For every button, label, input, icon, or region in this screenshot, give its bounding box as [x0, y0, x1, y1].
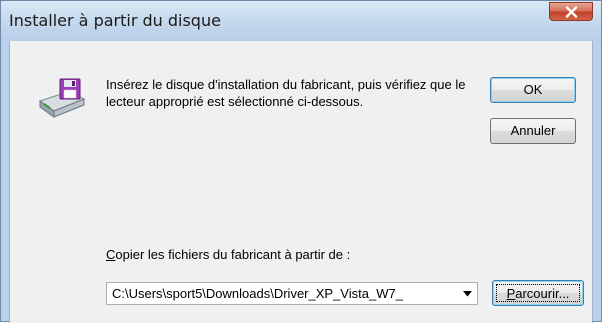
browse-button[interactable]: Parcourir...	[492, 280, 584, 306]
close-icon	[565, 6, 578, 18]
ok-button[interactable]: OK	[490, 77, 576, 103]
browse-button-focus: Parcourir...	[496, 284, 580, 302]
browse-label: arcourir...	[515, 286, 570, 301]
copy-label-text: opier les fichiers du fabricant à partir…	[115, 247, 351, 262]
dialog-window: Installer à partir du disque Insérez le …	[0, 0, 602, 323]
window-title: Installer à partir du disque	[9, 11, 221, 30]
close-button[interactable]	[549, 2, 593, 21]
instructions-text: Insérez le disque d'installation du fabr…	[106, 77, 466, 109]
title-bar[interactable]: Installer à partir du disque	[1, 1, 601, 41]
path-value: C:\Users\sport5\Downloads\Driver_XP_Vist…	[112, 286, 403, 301]
install-disk-icon	[38, 78, 86, 118]
copy-label-accelerator: C	[106, 247, 116, 262]
browse-accelerator: P	[506, 286, 516, 301]
cancel-button[interactable]: Annuler	[490, 118, 576, 144]
dialog-body: Insérez le disque d'installation du fabr…	[9, 41, 593, 323]
copy-from-label: Copier les fichiers du fabricant à parti…	[106, 247, 350, 262]
chevron-down-icon[interactable]	[463, 291, 472, 297]
path-combobox[interactable]: C:\Users\sport5\Downloads\Driver_XP_Vist…	[106, 282, 478, 305]
